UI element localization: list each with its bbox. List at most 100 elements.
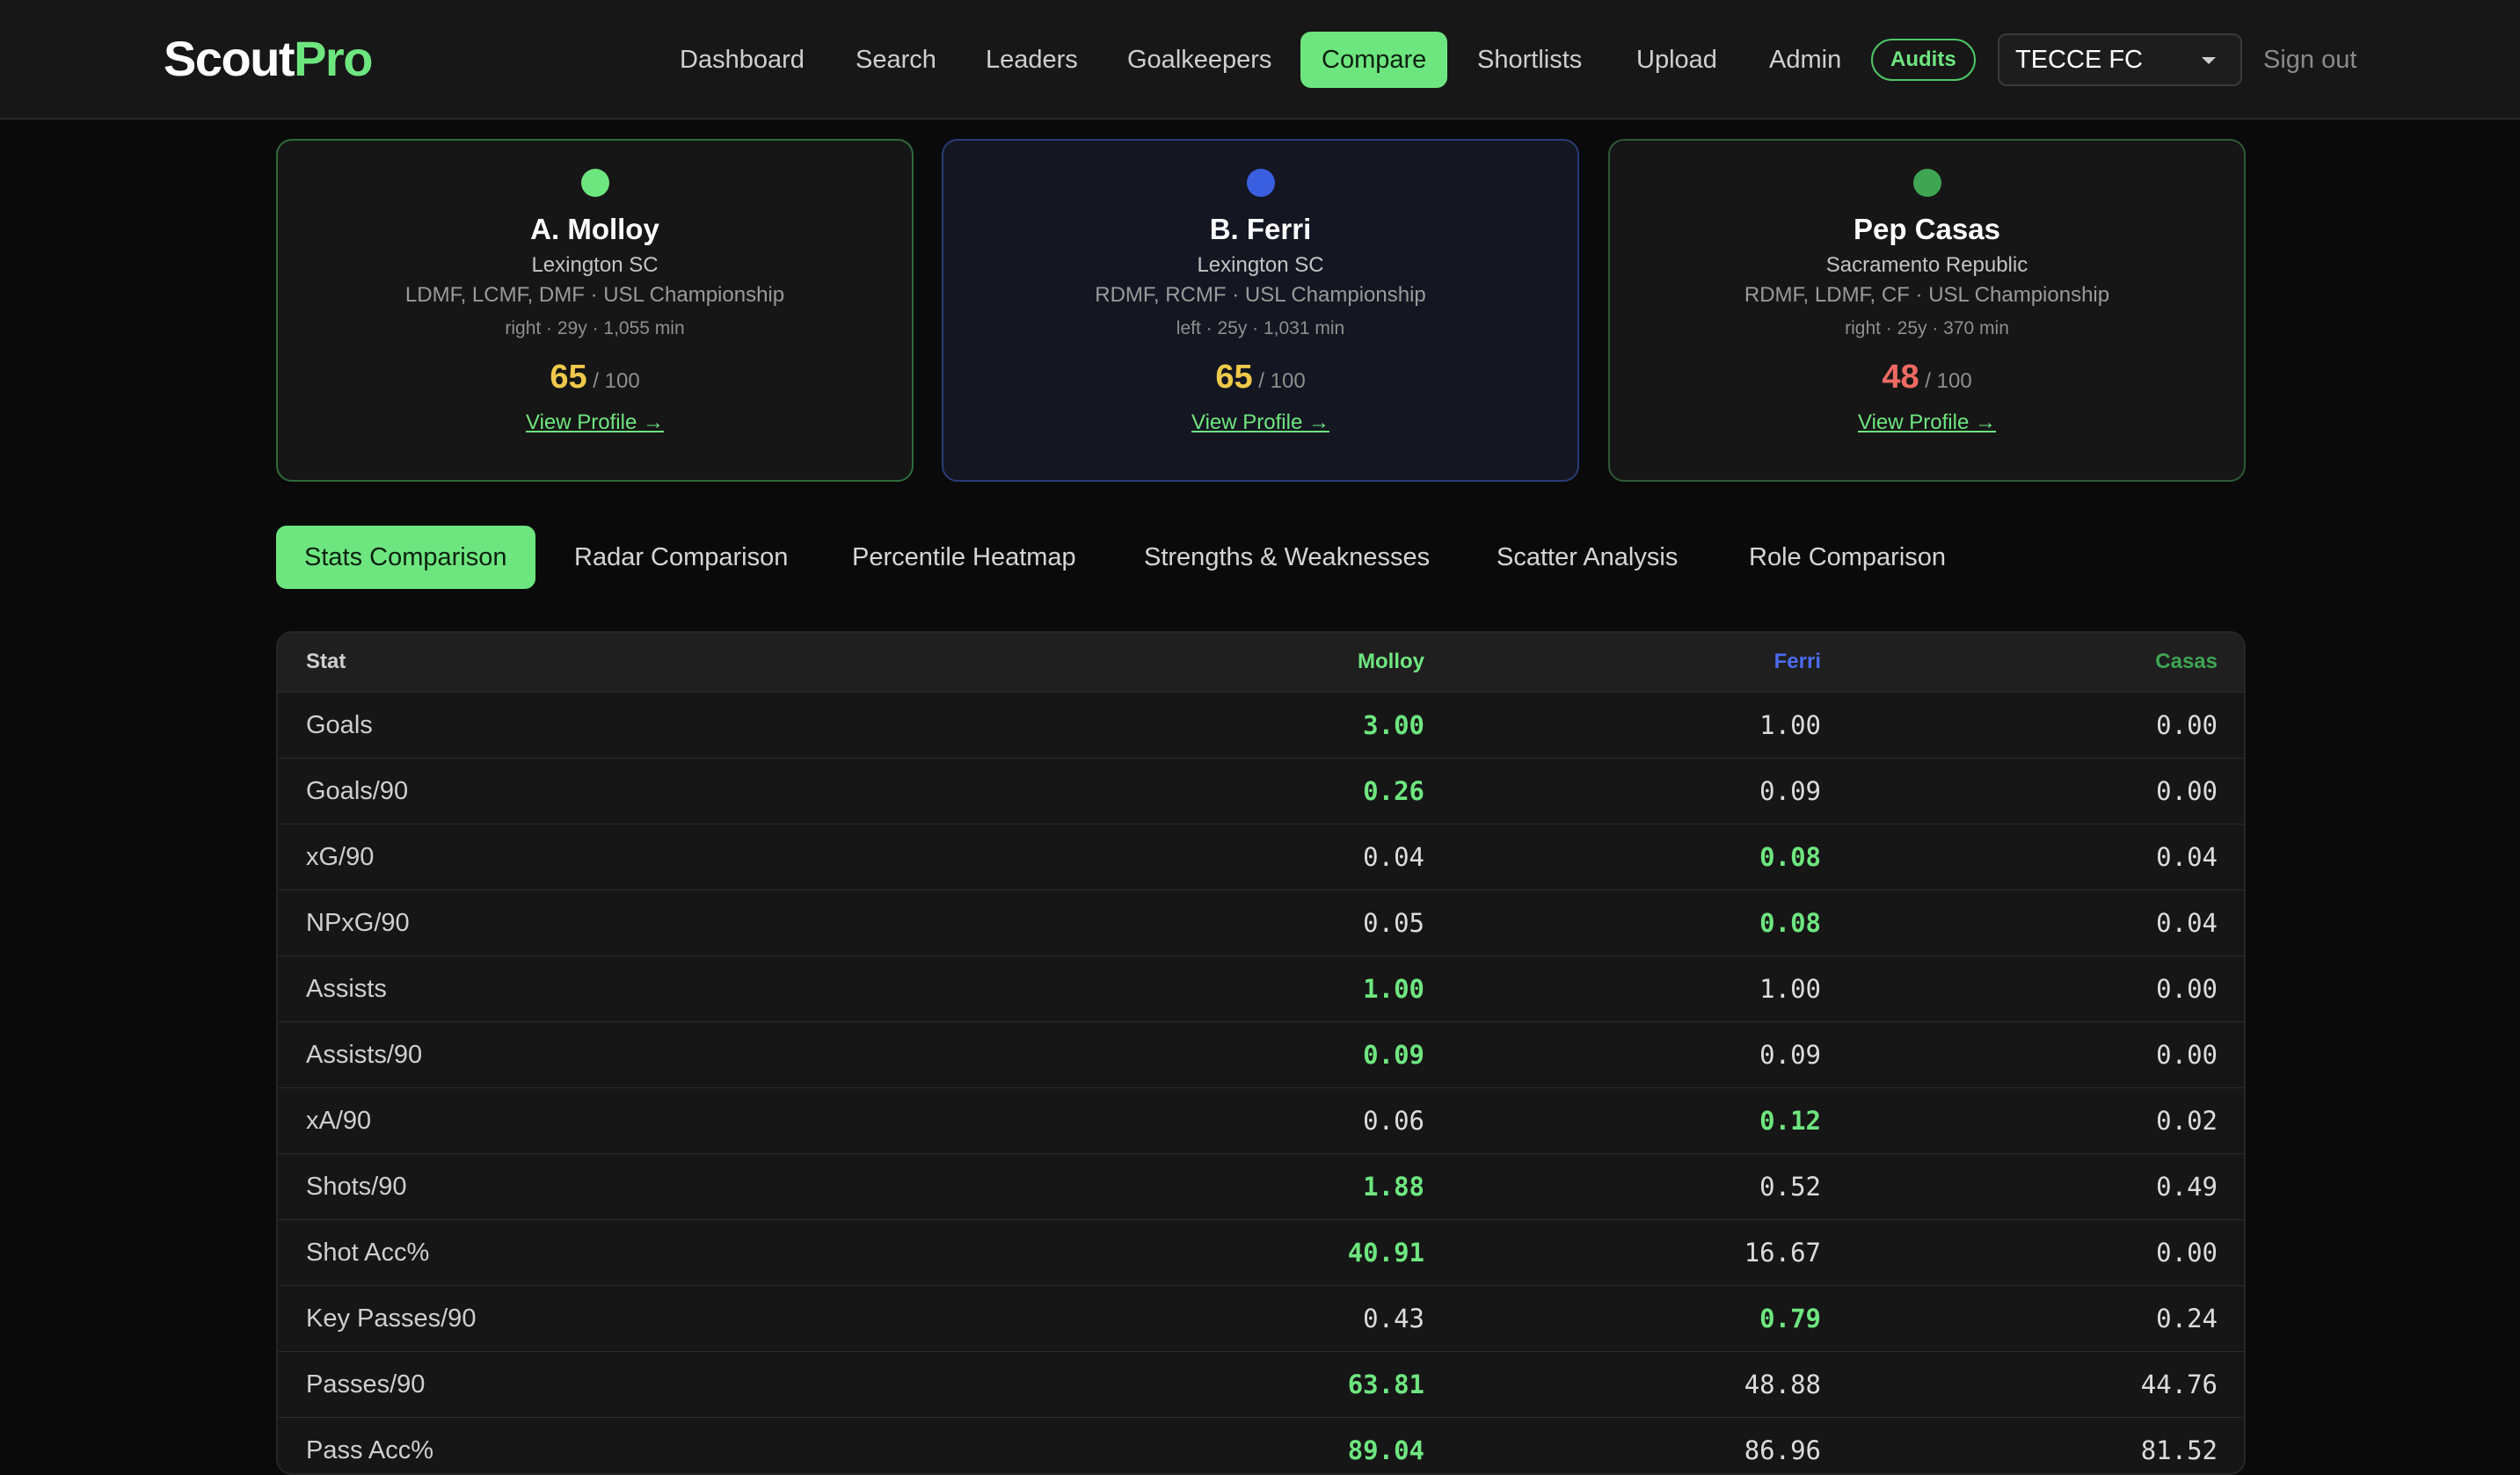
table-row: Key Passes/90 0.43 0.79 0.24 (278, 1286, 2244, 1352)
player-card-2: B. Ferri Lexington SC RDMF, RCMF · USL C… (942, 139, 1579, 482)
player-card-1: A. Molloy Lexington SC LDMF, LCMF, DMF ·… (276, 139, 914, 482)
stat-value-player-3: 0.24 (2156, 1304, 2218, 1333)
scoutpro-logo[interactable]: ScoutPro (164, 30, 373, 87)
stat-value-player-2: 16.67 (1744, 1238, 1821, 1268)
nav-leaders[interactable]: Leaders (986, 32, 1078, 88)
stat-value-player-2: 86.96 (1744, 1435, 1821, 1465)
tab-percentile-heatmap[interactable]: Percentile Heatmap (852, 526, 1076, 589)
table-row: Shot Acc% 40.91 16.67 0.00 (278, 1220, 2244, 1286)
stat-value-player-1: 0.43 (1363, 1304, 1424, 1333)
view-profile-link[interactable]: View Profile → (1858, 411, 1996, 435)
stat-value-player-1: 40.91 (1347, 1238, 1424, 1268)
stat-name: xA/90 (306, 1107, 372, 1135)
stat-value-player-1: 89.04 (1347, 1435, 1424, 1465)
stat-name: NPxG/90 (306, 909, 410, 937)
player-name: A. Molloy (530, 213, 659, 245)
stat-name: xG/90 (306, 843, 375, 871)
table-row: Goals 3.00 1.00 0.00 (278, 693, 2244, 759)
club-select-value: TECCE FC (2015, 46, 2143, 74)
stat-name: Goals (306, 711, 373, 739)
stat-value-player-2: 0.08 (1759, 908, 1821, 938)
stat-value-player-3: 0.00 (2156, 1040, 2218, 1070)
player-meta: left · 25y · 1,031 min (1176, 318, 1345, 338)
stat-name: Assists/90 (306, 1041, 423, 1069)
tab-role-comparison[interactable]: Role Comparison (1749, 526, 1946, 589)
table-row: xA/90 0.06 0.12 0.02 (278, 1088, 2244, 1154)
stat-value-player-1: 0.05 (1363, 908, 1424, 938)
stat-value-player-2: 0.08 (1759, 842, 1821, 872)
player-club: Lexington SC (1197, 253, 1324, 277)
stats-table: Stat Molloy Ferri Casas Goals 3.00 1.00 0.0… (276, 631, 2246, 1475)
stat-value-player-2: 0.09 (1759, 776, 1821, 806)
table-row: Goals/90 0.26 0.09 0.00 (278, 759, 2244, 825)
header-player-3: Casas (2155, 650, 2218, 673)
table-row: Assists/90 0.09 0.09 0.00 (278, 1022, 2244, 1088)
table-row: Passes/90 63.81 48.88 44.76 (278, 1352, 2244, 1418)
stat-value-player-1: 1.00 (1363, 974, 1424, 1004)
stat-value-player-3: 0.00 (2156, 1238, 2218, 1268)
score-value: 65 (1215, 359, 1253, 396)
nav-search[interactable]: Search (856, 32, 936, 88)
tab-scatter-analysis[interactable]: Scatter Analysis (1497, 526, 1678, 589)
stat-value-player-3: 44.76 (2140, 1370, 2218, 1399)
table-row: NPxG/90 0.05 0.08 0.04 (278, 890, 2244, 956)
player-positions: RDMF, LDMF, CF · USL Championship (1744, 283, 2110, 307)
header-player-2: Ferri (1773, 650, 1821, 673)
club-select[interactable]: TECCE FC (1998, 33, 2242, 86)
player-color-dot (1912, 169, 1941, 197)
header-player-1: Molloy (1358, 650, 1424, 673)
nav-upload[interactable]: Upload (1636, 32, 1717, 88)
player-positions: LDMF, LCMF, DMF · USL Championship (404, 283, 785, 307)
stat-value-player-2: 0.12 (1759, 1106, 1821, 1136)
audits-button[interactable]: Audits (1871, 39, 1976, 81)
stat-value-player-1: 1.88 (1363, 1172, 1424, 1202)
score-max: / 100 (1258, 369, 1306, 393)
score-value: 65 (550, 359, 587, 396)
player-score: 48 / 100 (1610, 359, 2244, 396)
stat-value-player-3: 0.04 (2156, 842, 2218, 872)
nav-admin[interactable]: Admin (1769, 32, 1841, 88)
table-row: Pass Acc% 89.04 86.96 81.52 (278, 1418, 2244, 1473)
nav-compare[interactable]: Compare (1300, 32, 1448, 88)
sign-out-link[interactable]: Sign out (2263, 32, 2356, 88)
header-stat: Stat (306, 650, 346, 673)
stat-value-player-3: 81.52 (2140, 1435, 2218, 1465)
player-color-dot (580, 169, 609, 197)
tab-radar-comparison[interactable]: Radar Comparison (574, 526, 788, 589)
stat-value-player-2: 48.88 (1744, 1370, 1821, 1399)
stat-value-player-3: 0.02 (2156, 1106, 2218, 1136)
stat-value-player-1: 0.09 (1363, 1040, 1424, 1070)
player-score: 65 / 100 (278, 359, 912, 396)
table-header: Stat Molloy Ferri Casas (278, 633, 2244, 693)
table-row: Assists 1.00 1.00 0.00 (278, 956, 2244, 1022)
nav-dashboard[interactable]: Dashboard (680, 32, 805, 88)
player-name: B. Ferri (1209, 213, 1312, 245)
tab-stats-comparison[interactable]: Stats Comparison (276, 526, 535, 589)
score-max: / 100 (1925, 369, 1972, 393)
stat-name: Pass Acc% (306, 1436, 434, 1464)
player-color-dot (1246, 169, 1275, 197)
player-meta: right · 29y · 1,055 min (505, 318, 685, 338)
score-value: 48 (1882, 359, 1919, 396)
player-positions: RDMF, RCMF · USL Championship (1095, 283, 1426, 307)
stat-value-player-2: 0.52 (1759, 1172, 1821, 1202)
tab-strengths-weaknesses[interactable]: Strengths & Weaknesses (1144, 526, 1430, 589)
top-nav: ScoutPro Dashboard Search Leaders Goalke… (0, 0, 2520, 120)
logo-text-accent: Pro (294, 31, 373, 86)
table-body: Goals 3.00 1.00 0.00 Goals/90 0.26 0.09 0.00 xG/… (278, 693, 2244, 1473)
stat-value-player-1: 0.26 (1363, 776, 1424, 806)
view-profile-link[interactable]: View Profile → (526, 411, 664, 435)
player-club: Lexington SC (531, 253, 659, 277)
nav-shortlists[interactable]: Shortlists (1477, 32, 1582, 88)
stat-value-player-2: 0.79 (1759, 1304, 1821, 1333)
chevron-down-icon (2202, 57, 2216, 64)
stat-value-player-1: 63.81 (1347, 1370, 1424, 1399)
player-meta: right · 25y · 370 min (1845, 318, 2009, 338)
stat-value-player-3: 0.00 (2156, 710, 2218, 740)
stat-value-player-1: 3.00 (1363, 710, 1424, 740)
nav-goalkeepers[interactable]: Goalkeepers (1127, 32, 1271, 88)
stat-name: Assists (306, 975, 387, 1003)
stat-value-player-3: 0.00 (2156, 974, 2218, 1004)
view-profile-link[interactable]: View Profile → (1191, 411, 1329, 435)
player-club: Sacramento Republic (1825, 253, 2028, 277)
